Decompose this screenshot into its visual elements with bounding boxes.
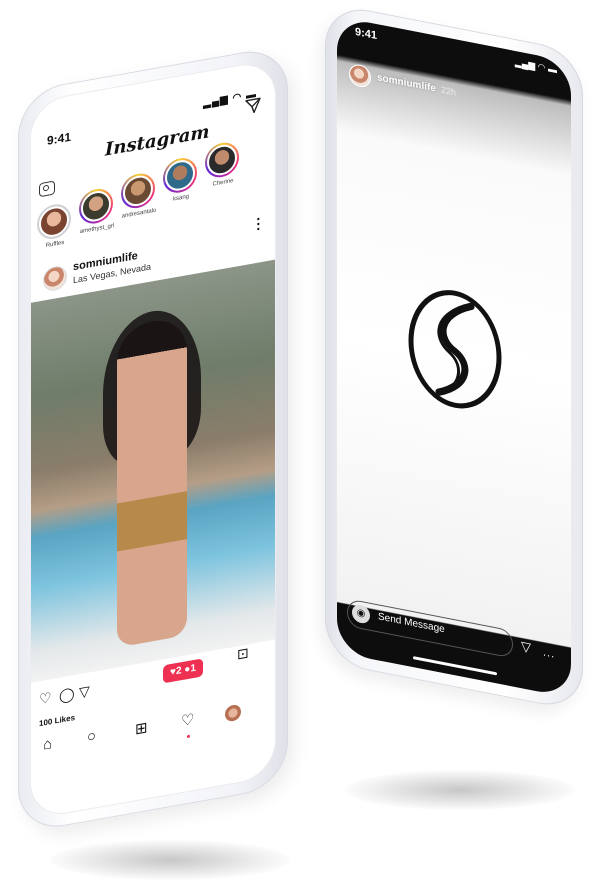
story-amethyst-grl[interactable]: amethyst_grl — [79, 186, 115, 235]
story-name: Cherine — [212, 178, 234, 188]
post-photo-subject — [117, 315, 187, 648]
activity-dot — [187, 734, 190, 739]
instagram-feed-screen: 9:41 ▂▄▆ ◠ ▬ Instagram Ruffles amethyst_… — [31, 59, 275, 819]
story-avatar — [81, 188, 111, 224]
right-phone: 9:41 ▂▄▆ ◠ ▬ somniumlife 22h ◉ Send Mess… — [325, 2, 583, 713]
bookmark-icon[interactable]: ⊡ — [237, 644, 249, 663]
home-icon[interactable]: ⌂ — [43, 735, 52, 754]
instagram-story-screen: 9:41 ▂▄▆ ◠ ▬ somniumlife 22h ◉ Send Mess… — [337, 16, 571, 698]
story-ring — [37, 201, 71, 242]
share-icon[interactable]: ▽ — [79, 682, 90, 701]
camera-icon[interactable]: ◉ — [352, 603, 370, 625]
send-message-placeholder: Send Message — [378, 611, 445, 636]
story-cherine[interactable]: Cherine — [205, 140, 241, 189]
story-time-ago: 22h — [441, 84, 457, 98]
story-avatar — [165, 157, 195, 194]
story-ksang[interactable]: ksang — [163, 155, 199, 204]
story-username[interactable]: somniumlife — [377, 72, 436, 94]
activity-heart-icon[interactable]: ♡ — [181, 710, 194, 730]
status-time: 9:41 — [355, 25, 378, 43]
post-image[interactable] — [31, 259, 275, 683]
like-icon[interactable]: ♡ — [39, 689, 52, 708]
story-ring — [79, 186, 113, 227]
search-icon[interactable]: ○ — [87, 727, 96, 746]
send-message-input[interactable]: ◉ Send Message — [347, 598, 513, 659]
story-avatar[interactable] — [349, 62, 371, 89]
left-phone-shadow — [50, 840, 290, 880]
profile-avatar[interactable] — [225, 703, 241, 723]
story-name: ksang — [172, 193, 189, 203]
story-ruffles[interactable]: Ruffles — [37, 201, 73, 250]
story-name: andresantalo — [121, 207, 157, 220]
left-phone: 9:41 ▂▄▆ ◠ ▬ Instagram Ruffles amethyst_… — [18, 44, 288, 834]
post-avatar[interactable] — [43, 264, 67, 293]
status-icons: ▂▄▆ ◠ ▬ — [514, 56, 557, 76]
story-name: amethyst_grl — [79, 223, 115, 236]
paper-plane-icon[interactable] — [245, 96, 261, 120]
story-andresantalo[interactable]: andresantalo — [121, 170, 157, 220]
story-name: Ruffles — [45, 239, 65, 250]
more-options-icon[interactable]: ... — [543, 646, 555, 660]
story-ring — [121, 170, 155, 211]
comment-icon[interactable]: ◯ — [59, 685, 75, 705]
story-ring — [205, 140, 239, 181]
story-avatar — [39, 204, 69, 240]
right-phone-shadow — [345, 770, 575, 810]
activity-notification-badge: ♥2 ●1 — [163, 658, 203, 684]
story-ring — [163, 155, 197, 196]
story-avatar — [123, 173, 153, 209]
somnium-logo — [408, 290, 502, 409]
paper-plane-icon[interactable]: ▽ — [521, 638, 531, 656]
story-avatar — [207, 142, 237, 178]
more-options-icon[interactable]: · · · — [256, 210, 261, 237]
add-post-icon[interactable]: ⊞ — [135, 718, 148, 738]
